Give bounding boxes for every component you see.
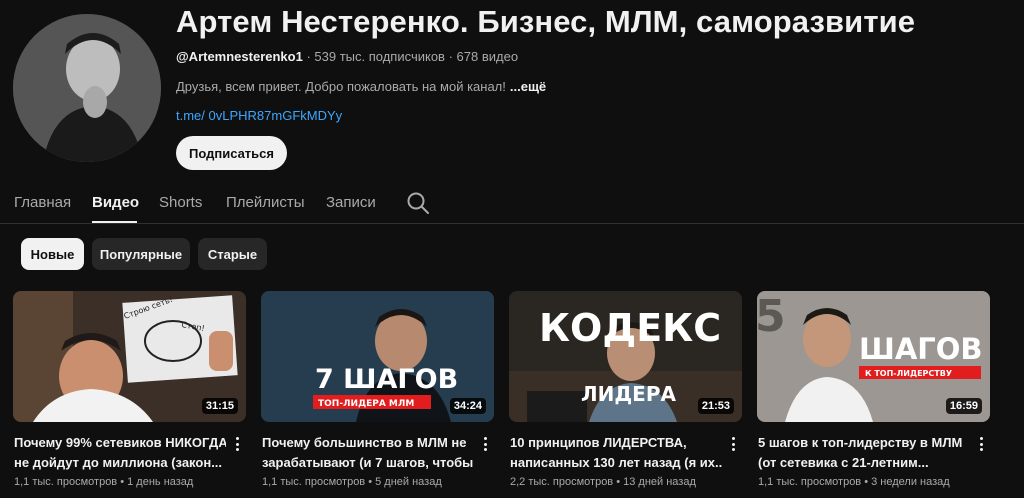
tab-playlists[interactable]: Плейлисты — [226, 194, 305, 211]
channel-description[interactable]: Друзья, всем привет. Добро пожаловать на… — [176, 79, 546, 94]
video-thumbnail[interactable]: 5 ШАГОВ К ТОП-ЛИДЕРСТВУ 16:59 — [757, 291, 990, 422]
channel-tabs: Главная Видео Shorts Плейлисты Записи — [0, 186, 1024, 224]
view-count: 1,1 тыс. просмотров — [758, 476, 862, 488]
channel-stats: @Artemnesterenko1 · 539 тыс. подписчиков… — [176, 49, 519, 64]
more-link[interactable]: ...ещё — [510, 79, 546, 94]
video-thumbnail[interactable]: Строю сеть! Стоп! 31:15 — [13, 291, 246, 422]
video-title[interactable]: Почему 99% сетевиков НИКОГДА не дойдут д… — [14, 433, 226, 473]
subscriber-count: 539 тыс. подписчиков — [314, 49, 445, 64]
video-title[interactable]: 10 принципов ЛИДЕРСТВА, написанных 130 л… — [510, 433, 722, 473]
video-metadata: 2,2 тыс. просмотров • 13 дней назад — [510, 476, 696, 488]
tab-home[interactable]: Главная — [14, 194, 71, 211]
view-count: 1,1 тыс. просмотров — [14, 476, 118, 488]
video-duration: 31:15 — [201, 398, 238, 414]
channel-external-link[interactable]: t.me/ 0vLPHR87mGFkMDYy — [176, 108, 342, 123]
chip-oldest[interactable]: Старые — [198, 238, 267, 270]
thumb-headline: КОДЕКС — [539, 306, 721, 350]
channel-handle: @Artemnesterenko1 — [176, 49, 303, 64]
thumb-subtitle: К ТОП-ЛИДЕРСТВУ — [865, 369, 952, 378]
thumb-headline: ШАГОВ — [859, 332, 983, 366]
video-card[interactable]: КОДЕКС ЛИДЕРА 21:53 10 принципов ЛИДЕРСТ… — [509, 291, 742, 488]
upload-age: 13 дней назад — [623, 476, 696, 488]
chip-popular[interactable]: Популярные — [92, 238, 190, 270]
search-icon[interactable] — [405, 190, 431, 216]
video-metadata: 1,1 тыс. просмотров • 1 день назад — [14, 476, 194, 488]
channel-title: Артем Нестеренко. Бизнес, МЛМ, саморазви… — [176, 4, 916, 39]
thumb-subtitle: ТОП-ЛИДЕРА МЛМ — [318, 399, 414, 409]
video-duration: 16:59 — [945, 398, 982, 414]
upload-age: 1 день назад — [127, 476, 194, 488]
tab-videos[interactable]: Видео — [92, 194, 139, 211]
more-actions-icon[interactable] — [727, 435, 739, 453]
more-actions-icon[interactable] — [479, 435, 491, 453]
video-duration: 21:53 — [697, 398, 734, 414]
more-actions-icon[interactable] — [231, 435, 243, 453]
video-thumbnail[interactable]: КОДЕКС ЛИДЕРА 21:53 — [509, 291, 742, 422]
video-metadata: 1,1 тыс. просмотров • 3 недели назад — [758, 476, 950, 488]
more-actions-icon[interactable] — [975, 435, 987, 453]
view-count: 2,2 тыс. просмотров — [510, 476, 614, 488]
video-duration: 34:24 — [449, 398, 486, 414]
video-card[interactable]: 7 ШАГОВ ТОП-ЛИДЕРА МЛМ 34:24 Почему боль… — [261, 291, 494, 488]
tab-posts[interactable]: Записи — [326, 194, 376, 211]
video-title[interactable]: 5 шагов к топ-лидерству в МЛМ (от сетеви… — [758, 433, 970, 473]
subscribe-button[interactable]: Подписаться — [176, 136, 287, 170]
chip-newest[interactable]: Новые — [21, 238, 84, 270]
video-card[interactable]: Строю сеть! Стоп! 31:15 Почему 99% сетев… — [13, 291, 246, 488]
video-card[interactable]: 5 ШАГОВ К ТОП-ЛИДЕРСТВУ 16:59 5 шагов к … — [757, 291, 990, 488]
video-title[interactable]: Почему большинство в МЛМ не зарабатывают… — [262, 433, 474, 473]
thumb-headline: 7 ШАГОВ — [315, 364, 458, 395]
upload-age: 5 дней назад — [375, 476, 442, 488]
active-tab-indicator — [92, 221, 137, 223]
channel-avatar[interactable] — [13, 14, 161, 162]
tab-shorts[interactable]: Shorts — [159, 194, 202, 211]
video-count: 678 видео — [456, 49, 519, 64]
upload-age: 3 недели назад — [871, 476, 950, 488]
thumb-subtitle: ЛИДЕРА — [581, 382, 676, 406]
view-count: 1,1 тыс. просмотров — [262, 476, 366, 488]
video-metadata: 1,1 тыс. просмотров • 5 дней назад — [262, 476, 442, 488]
thumb-number: 5 — [757, 291, 786, 342]
video-thumbnail[interactable]: 7 ШАГОВ ТОП-ЛИДЕРА МЛМ 34:24 — [261, 291, 494, 422]
